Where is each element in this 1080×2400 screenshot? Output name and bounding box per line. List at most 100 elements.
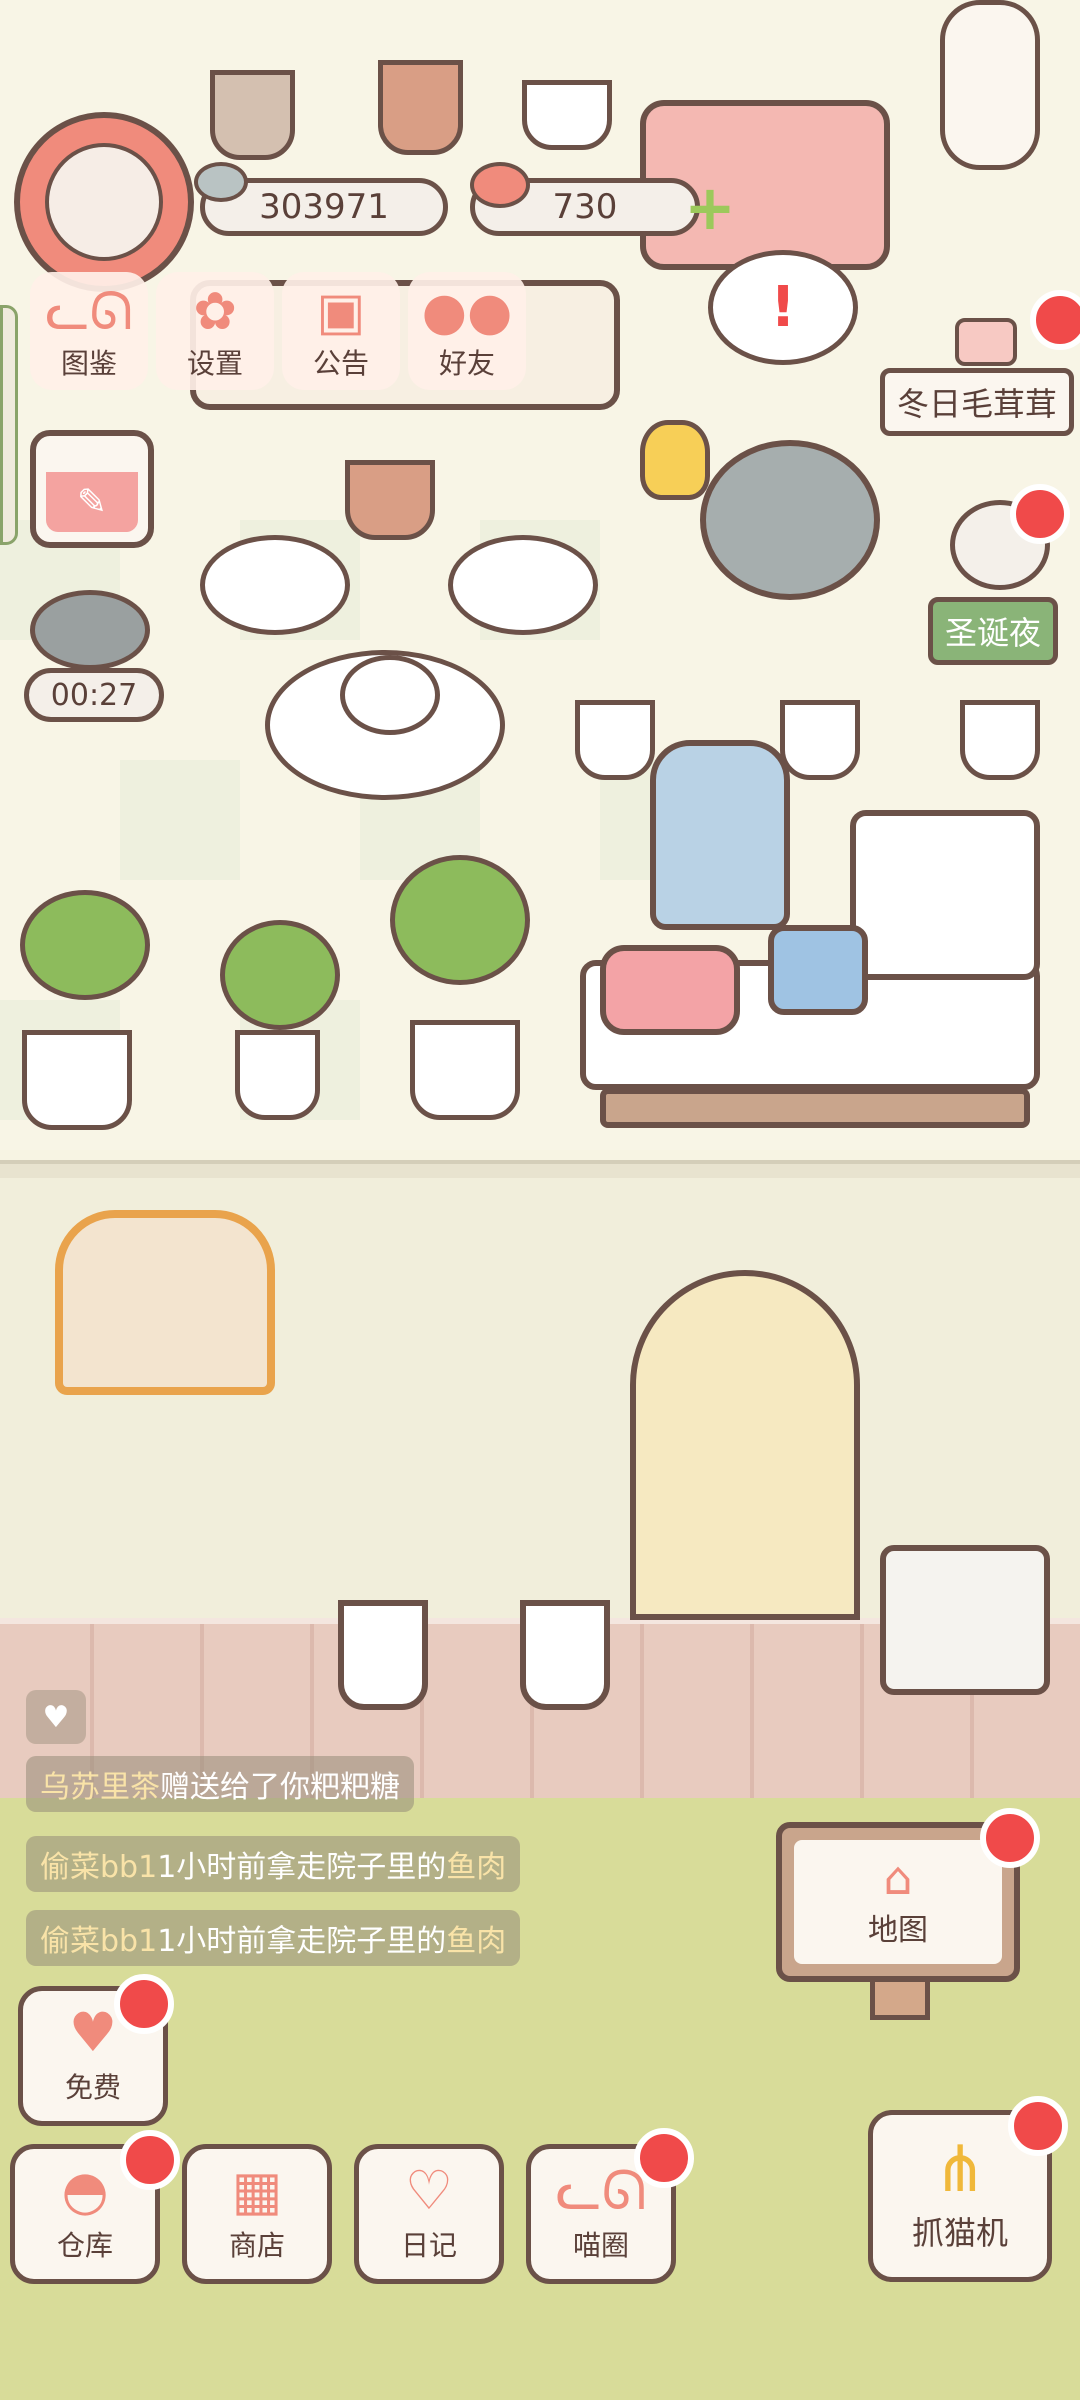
notification-dot	[980, 1808, 1040, 1868]
fish-icon	[194, 162, 248, 202]
alert-bubble-icon[interactable]: !	[708, 250, 858, 365]
plant-pot	[378, 60, 463, 155]
bunny-character[interactable]	[940, 0, 1040, 170]
christmas-event-tag[interactable]: 圣诞夜	[928, 597, 1059, 665]
avatar[interactable]	[14, 112, 194, 292]
cat-circle-label: 喵圈	[572, 2229, 629, 2262]
umbrella-stand[interactable]	[520, 1600, 610, 1710]
brush-hanger	[420, 1310, 480, 1530]
heart-count: 730	[552, 187, 618, 227]
leafy-plant[interactable]	[20, 890, 150, 1000]
notification-dot	[634, 2128, 694, 2188]
claw-icon: ⋔	[933, 2133, 987, 2207]
teapot-icon[interactable]	[340, 655, 440, 735]
plant-pot	[410, 1020, 520, 1120]
house-icon: ⌂	[883, 1851, 913, 1905]
storage-box-icon: ◓	[61, 2159, 109, 2222]
chat-toggle-icon[interactable]: ♥	[26, 1690, 86, 1744]
camera-icon[interactable]	[768, 925, 868, 1015]
feed-item: 鱼肉	[446, 1924, 507, 1959]
shop-icon: ▦	[231, 2159, 283, 2222]
paw-icon	[955, 318, 1017, 366]
flower-pot[interactable]	[780, 700, 860, 780]
round-stool[interactable]	[200, 535, 350, 635]
timer-chip[interactable]: 00:27	[24, 668, 164, 722]
notification-dot	[120, 2130, 180, 2190]
room-divider	[0, 1160, 1080, 1178]
duck-character[interactable]	[640, 420, 710, 500]
menu-item-label: 设置	[186, 347, 243, 380]
feed-message: 偷菜bb1 1小时前拿走院子里的 鱼肉	[26, 1910, 521, 1966]
feed-sender: 偷菜bb1	[40, 1850, 158, 1885]
menu-item-announcement[interactable]: ▣ 公告	[282, 272, 400, 390]
top-menu: ᓚᘏ 图鉴 ✿ 设置 ▣ 公告 ●● 好友	[30, 272, 526, 390]
mouse-timer-icon	[30, 590, 150, 670]
pencil-icon: ✎	[46, 472, 138, 532]
heart-icon	[470, 162, 530, 208]
shop-button[interactable]: ▦ 商店	[182, 2144, 332, 2284]
feed-sender: 偷菜bb1	[40, 1924, 158, 1959]
cat-planet-icon: ᓚᘏ	[555, 2159, 647, 2222]
note-button[interactable]: ✎	[30, 430, 154, 548]
notification-dot	[1010, 484, 1070, 544]
armchair[interactable]	[650, 740, 790, 930]
cat-name-tag[interactable]: 冬日毛茸茸	[880, 368, 1075, 436]
gear-icon: ✿	[193, 282, 237, 342]
cat-head-icon: ᓚᘏ	[45, 282, 133, 342]
menu-item-settings[interactable]: ✿ 设置	[156, 272, 274, 390]
diary-button[interactable]: ♡ 日记	[354, 2144, 504, 2284]
heart-icon: ♥	[68, 2001, 118, 2064]
timer-text: 00:27	[50, 677, 138, 713]
flower-pot[interactable]	[960, 700, 1040, 780]
add-hearts-button[interactable]: +	[682, 177, 738, 239]
claw-machine-label: 抓猫机	[911, 2214, 1008, 2252]
plant-pot	[22, 1030, 132, 1130]
umbrella-stand[interactable]	[338, 1600, 428, 1710]
menu-item-catalog[interactable]: ᓚᘏ 图鉴	[30, 272, 148, 390]
diary-icon: ♡	[404, 2159, 454, 2222]
avatar-face	[45, 143, 163, 261]
menu-item-label: 图鉴	[60, 347, 117, 380]
fish-count: 303971	[259, 187, 389, 227]
notification-dot	[1008, 2096, 1068, 2156]
side-drawer-handle[interactable]	[0, 305, 18, 545]
feed-message: 乌苏里茶 赠送给了你粑粑糖	[26, 1756, 414, 1812]
flower-pot[interactable]	[345, 460, 435, 540]
round-stool[interactable]	[448, 535, 598, 635]
shop-label: 商店	[228, 2229, 285, 2262]
bed-headboard	[850, 810, 1040, 980]
feed-action: 赠送给了你粑粑糖	[160, 1770, 400, 1805]
plant-pot	[235, 1030, 320, 1120]
floor-tile	[120, 760, 240, 880]
diary-label: 日记	[400, 2229, 457, 2262]
leafy-plant[interactable]	[220, 920, 340, 1030]
plant-pot	[522, 80, 612, 150]
phone-icon[interactable]	[600, 945, 740, 1035]
menu-item-friends[interactable]: ●● 好友	[408, 272, 526, 390]
cat-name-text: 冬日毛茸茸	[897, 385, 1058, 423]
plant-pot	[210, 70, 295, 160]
heart-counter: 730 +	[470, 162, 736, 239]
air-conditioner[interactable]	[880, 1545, 1050, 1695]
gift-icon: ▣	[316, 282, 366, 342]
feed-message: 偷菜bb1 1小时前拿走院子里的 鱼肉	[26, 1836, 521, 1892]
feed-action: 1小时前拿走院子里的	[157, 1850, 447, 1885]
arched-door[interactable]	[630, 1270, 860, 1620]
fish-counter: 303971	[194, 162, 448, 236]
friends-icon: ●●	[421, 282, 513, 342]
event-tag-text: 圣诞夜	[945, 614, 1042, 652]
menu-item-label: 好友	[438, 347, 495, 380]
map-label: 地图	[868, 1913, 928, 1948]
notification-dot	[114, 1974, 174, 2034]
feed-action: 1小时前拿走院子里的	[157, 1924, 447, 1959]
warehouse-label: 仓库	[56, 2229, 113, 2262]
menu-item-label: 公告	[312, 347, 369, 380]
feed-sender: 乌苏里茶	[40, 1770, 160, 1805]
bed-frame	[600, 1088, 1030, 1128]
feed-item: 鱼肉	[446, 1850, 507, 1885]
tree-plant[interactable]	[390, 855, 530, 985]
window	[55, 1210, 275, 1395]
mouse-character[interactable]	[700, 440, 880, 600]
map-sign-face: ⌂ 地图	[794, 1840, 1002, 1964]
flower-pot[interactable]	[575, 700, 655, 780]
